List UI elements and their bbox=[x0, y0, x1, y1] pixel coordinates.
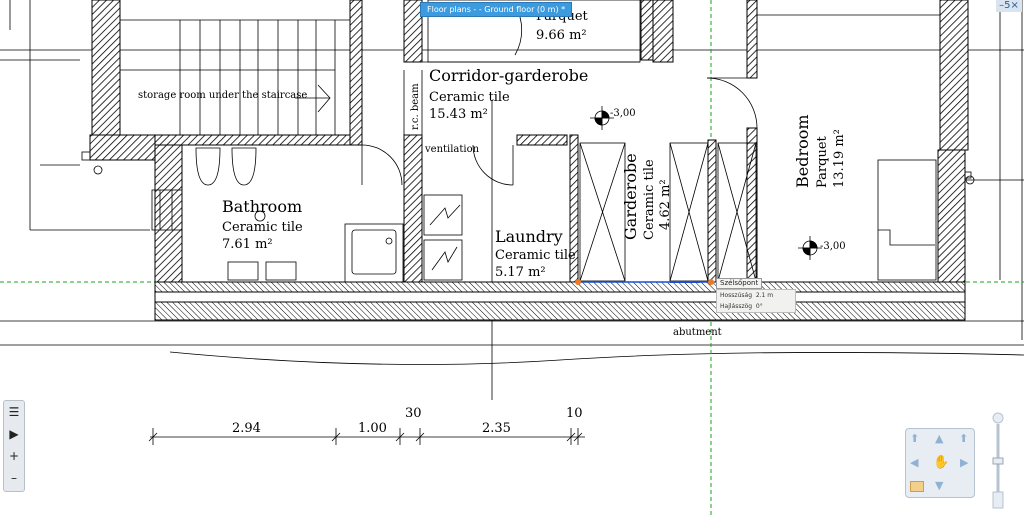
view-tab[interactable]: Floor plans - - Ground floor (0 m) * bbox=[420, 2, 573, 17]
bathroom-room-area: 7.61 m² bbox=[222, 237, 273, 252]
pan-up-icon[interactable]: ▲ bbox=[935, 432, 943, 445]
window-controls[interactable]: –5× bbox=[996, 0, 1022, 12]
bedroom-room-material: Parquet bbox=[815, 135, 830, 188]
angle-row: Hajlásszög 0° bbox=[717, 301, 795, 312]
corner-up-right-icon[interactable]: ⬆ bbox=[959, 432, 968, 445]
pan-down-icon[interactable]: ▼ bbox=[935, 479, 943, 492]
snap-tooltip: Szélsőpont bbox=[716, 278, 763, 289]
bathroom-room-material: Ceramic tile bbox=[222, 220, 303, 235]
garderobe-room-area: 4.62 m² bbox=[658, 179, 673, 230]
bathroom-room-name: Bathroom bbox=[222, 197, 302, 216]
beam-label: r.c. beam bbox=[410, 83, 421, 130]
top-room-area: 9.66 m² bbox=[536, 28, 587, 43]
ventilation-label: ventilation bbox=[424, 144, 480, 155]
dimension-value: 10 bbox=[566, 406, 583, 421]
laundry-room-area: 5.17 m² bbox=[495, 265, 546, 280]
list-icon[interactable]: ☰ bbox=[4, 401, 24, 423]
bedroom-room-name: Bedroom bbox=[793, 114, 812, 188]
snap-point-end[interactable] bbox=[708, 279, 714, 285]
measure-tooltip: Hosszúság 2.1 m Hajlásszög 0° bbox=[716, 289, 796, 313]
length-label: Hosszúság bbox=[720, 292, 752, 299]
laundry-room-name: Laundry bbox=[495, 227, 563, 246]
dimension-value: 2.94 bbox=[232, 421, 261, 436]
navigation-pad: ⬆ ▲ ⬆ ◀ ✋ ▶ ▼ bbox=[905, 428, 975, 498]
pan-left-icon[interactable]: ◀ bbox=[910, 456, 918, 469]
pan-right-icon[interactable]: ▶ bbox=[960, 456, 968, 469]
level-marker-label: -3,00 bbox=[820, 241, 846, 252]
corridor-room-area: 15.43 m² bbox=[429, 107, 488, 122]
length-row: Hosszúság 2.1 m bbox=[717, 290, 795, 301]
layer-icon[interactable] bbox=[910, 481, 924, 492]
garderobe-room-material: Ceramic tile bbox=[642, 159, 657, 240]
dimension-value: 30 bbox=[405, 406, 422, 421]
length-value: 2.1 m bbox=[755, 292, 774, 299]
garderobe-room-name: Garderobe bbox=[621, 153, 640, 240]
play-icon[interactable]: ▶ bbox=[4, 423, 24, 445]
storage-label: storage room under the staircase bbox=[138, 90, 307, 101]
floor-plan-canvas[interactable]: Parquet 9.66 m² Corridor-garderobe Ceram… bbox=[0, 0, 1024, 517]
angle-value: 0° bbox=[755, 303, 763, 310]
dimension-value: 2.35 bbox=[482, 421, 511, 436]
zoom-out-button[interactable]: – bbox=[4, 467, 24, 489]
bedroom-room-area: 13.19 m² bbox=[832, 129, 847, 188]
laundry-room-material: Ceramic tile bbox=[495, 248, 576, 263]
corner-up-left-icon[interactable]: ⬆ bbox=[910, 432, 919, 445]
staircase bbox=[120, 19, 350, 135]
angle-label: Hajlásszög bbox=[720, 303, 753, 310]
abutment-label: abutment bbox=[673, 327, 722, 338]
reference-lines bbox=[0, 0, 1024, 400]
level-marker-label: -3,00 bbox=[610, 108, 636, 119]
left-toolbar: ☰ ▶ + – bbox=[3, 400, 25, 492]
corridor-room-name: Corridor-garderobe bbox=[429, 66, 588, 85]
snap-point-start[interactable] bbox=[575, 279, 581, 285]
zoom-slider[interactable] bbox=[992, 410, 1004, 510]
zoom-in-button[interactable]: + bbox=[4, 445, 24, 467]
corridor-room-material: Ceramic tile bbox=[429, 90, 510, 105]
dimension-value: 1.00 bbox=[358, 421, 387, 436]
hand-icon[interactable]: ✋ bbox=[933, 455, 949, 470]
